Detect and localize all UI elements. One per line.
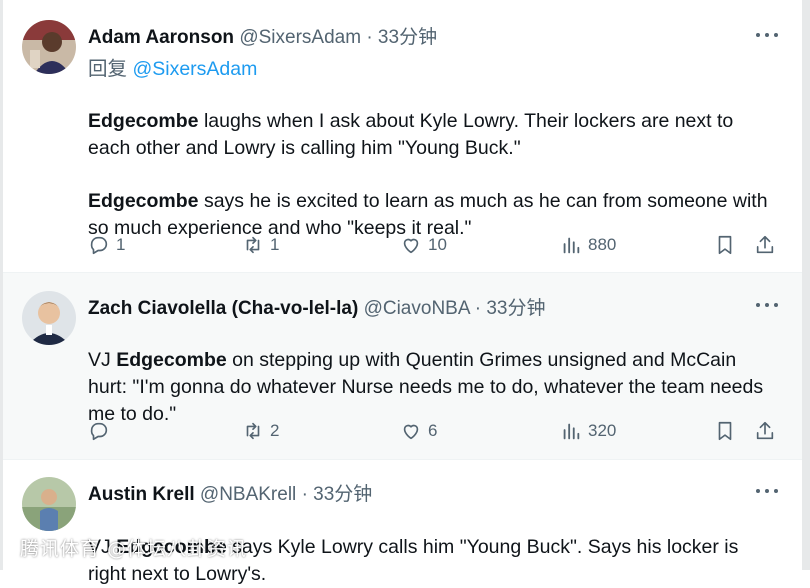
bookmark-icon [718, 421, 732, 441]
repost-button[interactable]: 1 [242, 232, 279, 258]
avatar[interactable] [22, 20, 76, 74]
tweet-text: Edgecombe laughs when I ask about Kyle L… [88, 81, 780, 162]
views-button[interactable]: 880 [560, 232, 616, 258]
reply-count: 1 [116, 235, 126, 254]
views-icon [563, 423, 580, 440]
bookmark-button[interactable] [714, 418, 736, 444]
repost-count: 2 [270, 421, 280, 440]
action-bar: 1 1 10 880 [88, 232, 780, 258]
tweet-header: Adam Aaronson @SixersAdam · 33分钟 [88, 22, 437, 49]
repost-button[interactable]: 2 [242, 418, 279, 444]
tweet-text: Edgecombe says he is excited to learn as… [88, 161, 780, 242]
more-icon[interactable] [756, 301, 778, 309]
handle[interactable]: @CiavoNBA [364, 298, 470, 319]
tweet-header: Austin Krell @NBAKrell · 33分钟 [88, 479, 372, 506]
views-count: 880 [588, 235, 617, 254]
timestamp[interactable]: · 33分钟 [475, 298, 546, 319]
display-name[interactable]: Zach Ciavolella (Cha-vo-lel-la) [88, 298, 358, 319]
like-count: 6 [428, 421, 438, 440]
reply-button[interactable] [88, 418, 116, 444]
views-icon [563, 237, 580, 254]
views-count: 320 [588, 421, 617, 440]
frame-right-edge [802, 0, 810, 570]
bold-keyword: Edgecombe [88, 110, 199, 132]
repost-icon [246, 422, 260, 440]
bookmark-icon [718, 235, 732, 255]
reply-handle-link[interactable]: @SixersAdam [132, 58, 257, 80]
timestamp[interactable]: · 33分钟 [302, 484, 373, 505]
tweet-text-part: VJ [88, 349, 117, 371]
more-icon[interactable] [756, 31, 778, 39]
avatar[interactable] [22, 291, 76, 345]
reply-icon [90, 236, 108, 255]
handle[interactable]: @SixersAdam [239, 27, 361, 48]
share-button[interactable] [754, 418, 776, 444]
bold-keyword: Edgecombe [116, 349, 227, 371]
tweet-text: VJ Edgecombe on stepping up with Quentin… [88, 320, 780, 428]
repost-count: 1 [270, 235, 280, 254]
watermark: 腾讯体育 @体坛八卦资讯 [20, 538, 248, 560]
more-icon[interactable] [756, 487, 778, 495]
like-count: 10 [428, 235, 447, 254]
display-name[interactable]: Adam Aaronson [88, 27, 234, 48]
reply-button[interactable]: 1 [88, 232, 125, 258]
timestamp[interactable]: · 33分钟 [366, 27, 437, 48]
views-button[interactable]: 320 [560, 418, 616, 444]
like-button[interactable]: 6 [400, 418, 437, 444]
reply-icon [90, 422, 108, 441]
tweet-header: Zach Ciavolella (Cha-vo-lel-la) @CiavoNB… [88, 293, 546, 320]
replying-to: 回复 @SixersAdam [88, 52, 257, 81]
like-icon [403, 424, 419, 440]
share-icon [756, 235, 774, 254]
bold-keyword: Edgecombe [88, 190, 199, 212]
reply-prefix: 回复 [88, 58, 128, 80]
share-icon [756, 421, 774, 440]
bookmark-button[interactable] [714, 232, 736, 258]
action-bar: 2 6 320 [88, 418, 780, 444]
share-button[interactable] [754, 232, 776, 258]
like-icon [403, 238, 419, 254]
handle[interactable]: @NBAKrell [200, 484, 296, 505]
repost-icon [246, 236, 260, 254]
display-name[interactable]: Austin Krell [88, 484, 195, 505]
like-button[interactable]: 10 [400, 232, 447, 258]
avatar[interactable] [22, 477, 76, 531]
